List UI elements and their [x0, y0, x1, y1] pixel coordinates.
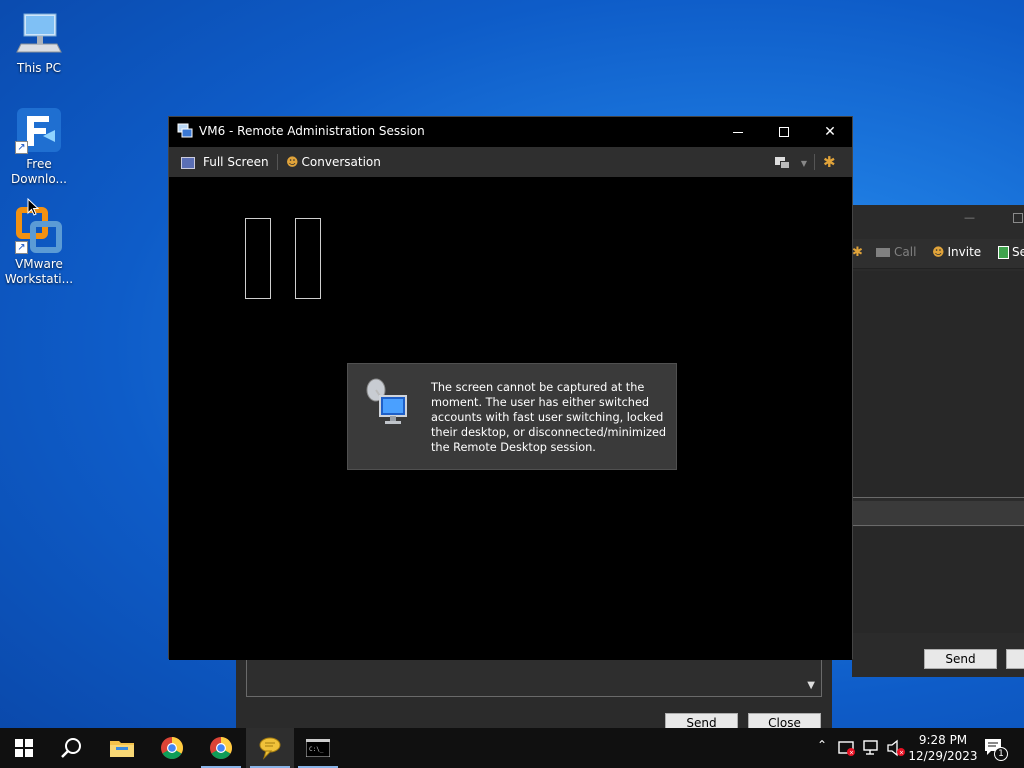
send-button[interactable]: Send: [924, 649, 997, 669]
background-window-toolbar: ✱ Call ☻ Invite Se: [852, 239, 1024, 269]
desktop-icon-free-download-manager[interactable]: ↗ Free Downlo...: [1, 106, 77, 187]
start-button[interactable]: [0, 728, 48, 768]
desktop-icon-vmware-workstation[interactable]: ↗ VMware Workstati...: [1, 206, 77, 287]
desktop-icon-this-pc[interactable]: This PC: [1, 10, 77, 76]
chat-input-area[interactable]: [852, 527, 1024, 633]
vmware-workstation-icon: ↗: [15, 206, 63, 254]
taskbar-remote-admin[interactable]: [246, 728, 294, 768]
full-screen-label: Full Screen: [203, 155, 269, 169]
chevron-down-icon[interactable]: ▼: [807, 680, 815, 691]
desktop-icon-label: This PC: [17, 61, 61, 75]
window-title: VM6 - Remote Administration Session: [199, 124, 425, 138]
send-file-button[interactable]: Se: [998, 245, 1024, 259]
remote-session-icon: [177, 123, 193, 139]
close-button[interactable]: ✕: [807, 117, 853, 147]
search-icon: [61, 738, 81, 758]
taskbar-chrome-second[interactable]: [197, 728, 245, 768]
monitors-icon: [775, 156, 791, 169]
mouse-cursor-icon: [27, 197, 40, 220]
toolbar-separator: [814, 154, 815, 170]
chrome-icon: [210, 737, 232, 759]
conversation-window[interactable]: ▼ Send Close: [236, 655, 832, 733]
notification-count-badge: 1: [994, 747, 1008, 761]
folder-icon: [110, 741, 134, 757]
maximize-button[interactable]: [761, 117, 807, 147]
minimize-button[interactable]: [715, 117, 761, 147]
remote-screen-area[interactable]: The screen cannot be captured at the mom…: [169, 177, 852, 660]
settings-button[interactable]: ✱: [823, 147, 836, 177]
conversation-people-icon: ☻: [286, 155, 299, 169]
close-icon: ✕: [824, 124, 836, 140]
settings-gear-icon: ✱: [823, 153, 836, 171]
invite-label: Invite: [947, 245, 982, 259]
full-screen-icon: [181, 156, 195, 169]
search-button[interactable]: [48, 728, 96, 768]
partial-button[interactable]: [1006, 649, 1024, 669]
invite-button[interactable]: ☻ Invite: [932, 245, 981, 259]
send-file-icon: [998, 246, 1009, 259]
background-session-window[interactable]: — ✱ Call ☻ Invite Se Send: [852, 205, 1024, 677]
call-button[interactable]: Call: [876, 245, 916, 259]
monitor-select-button[interactable]: ▼: [775, 147, 807, 177]
desktop-icon-label: VMware Workstati...: [4, 257, 74, 286]
capture-message-text: The screen cannot be captured at the mom…: [431, 381, 667, 454]
svg-text:×: ×: [899, 750, 904, 757]
capture-unavailable-message: The screen cannot be captured at the mom…: [347, 363, 677, 470]
tray-network-icon[interactable]: [860, 728, 882, 768]
free-download-manager-icon: ↗: [15, 106, 63, 154]
shortcut-arrow-icon: ↗: [15, 141, 28, 154]
tray-overflow-chevron-icon[interactable]: ⌃: [814, 728, 832, 768]
full-screen-button[interactable]: Full Screen: [181, 147, 269, 177]
svg-text:×: ×: [849, 750, 854, 757]
toolbar-separator: [277, 154, 278, 170]
action-center-button[interactable]: 1: [978, 728, 1024, 768]
satellite-monitor-icon: [364, 378, 410, 428]
minimize-button[interactable]: —: [964, 211, 975, 224]
tray-security-icon[interactable]: ×: [836, 728, 858, 768]
session-toolbar: Full Screen ☻ Conversation ▼ ✱: [169, 147, 852, 177]
pause-bar-left: [245, 218, 271, 299]
taskbar-chrome[interactable]: [148, 728, 196, 768]
conversation-label: Conversation: [301, 155, 381, 169]
chat-status-bar: [852, 501, 1024, 525]
chevron-down-icon[interactable]: ▼: [801, 159, 807, 168]
maximize-icon[interactable]: [1013, 213, 1023, 223]
chat-divider: [852, 525, 1024, 526]
remote-administration-window[interactable]: VM6 - Remote Administration Session ✕ Fu…: [168, 116, 853, 660]
taskbar-file-explorer[interactable]: [98, 728, 146, 768]
call-label: Call: [894, 245, 917, 259]
desktop-icon-label: Free Downlo...: [11, 157, 67, 186]
clock-time: 9:28 PM: [918, 733, 968, 747]
chat-bubble-icon: [259, 737, 281, 760]
message-input[interactable]: ▼: [246, 659, 822, 697]
taskbar-command-prompt[interactable]: C:\_: [294, 728, 342, 768]
chat-divider: [852, 497, 1024, 498]
taskbar: C:\_ ⌃ × × 9:28 PM 12/29/2023 1: [0, 728, 1024, 768]
conversation-button[interactable]: ☻ Conversation: [286, 147, 381, 177]
shortcut-arrow-icon: ↗: [15, 241, 28, 254]
tray-volume-muted-icon[interactable]: ×: [884, 728, 908, 768]
video-camera-icon: [876, 248, 890, 257]
invite-people-icon: ☻: [932, 245, 945, 259]
computer-icon: [15, 10, 63, 58]
pause-bar-right: [295, 218, 321, 299]
taskbar-clock[interactable]: 9:28 PM 12/29/2023: [908, 732, 978, 764]
settings-gear-icon[interactable]: ✱: [852, 245, 863, 260]
windows-logo-icon: [15, 739, 33, 757]
background-window-titlebar[interactable]: —: [852, 205, 1024, 233]
maximize-icon: [779, 127, 789, 137]
send-file-label: Se: [1012, 245, 1024, 259]
clock-date: 12/29/2023: [908, 749, 978, 763]
svg-text:C:\_: C:\_: [309, 746, 324, 753]
chrome-icon: [161, 737, 183, 759]
terminal-icon: C:\_: [306, 739, 330, 757]
window-titlebar[interactable]: VM6 - Remote Administration Session ✕: [169, 117, 852, 147]
chat-history-area: [852, 271, 1024, 497]
minimize-icon: [733, 131, 743, 133]
